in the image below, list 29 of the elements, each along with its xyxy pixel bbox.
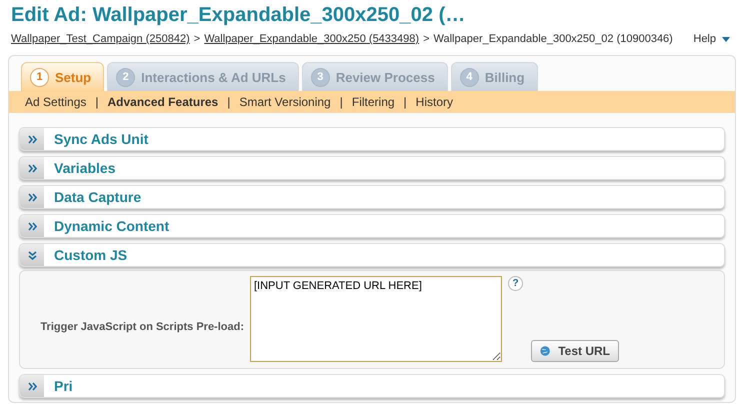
subnav-link[interactable]: Ad Settings bbox=[25, 95, 86, 109]
section-header[interactable]: Sync Ads Unit bbox=[19, 127, 725, 151]
field-label: Trigger JavaScript on Scripts Pre-load: bbox=[39, 320, 245, 333]
section-header[interactable]: Dynamic Content bbox=[19, 214, 725, 238]
subnav-link[interactable]: History bbox=[416, 95, 454, 109]
current-page-label: Wallpaper_Expandable_300x250_02 (10900346) bbox=[434, 33, 673, 45]
section-header[interactable]: Variables bbox=[19, 156, 725, 180]
script-url-field[interactable]: [INPUT GENERATED URL HERE] bbox=[250, 276, 502, 362]
section-header[interactable]: Pri bbox=[19, 374, 725, 398]
breadcrumb-link[interactable]: Wallpaper_Test_Campaign (250842) bbox=[11, 33, 190, 45]
subnav-link[interactable]: Filtering bbox=[352, 95, 395, 109]
section-header[interactable]: Data Capture bbox=[19, 185, 725, 209]
page-title: Edit Ad: Wallpaper_Expandable_300x250_02 (… bbox=[10, 3, 466, 27]
help-icon[interactable]: ? bbox=[508, 276, 523, 291]
breadcrumb-link[interactable]: Wallpaper_Expandable_300x250 (5433498) bbox=[204, 33, 420, 45]
help-menu[interactable]: Help bbox=[693, 33, 730, 45]
breadcrumb-separator: > bbox=[423, 33, 430, 45]
subnav-link[interactable]: Advanced Features bbox=[108, 95, 218, 109]
subnav-separator: | bbox=[227, 95, 230, 109]
caret-icon bbox=[722, 36, 730, 42]
subnav-link[interactable]: Smart Versioning bbox=[239, 95, 331, 109]
test-url-button[interactable]: Test URL bbox=[531, 340, 619, 362]
section-header[interactable]: Custom JS bbox=[19, 243, 725, 267]
breadcrumb-separator: > bbox=[194, 33, 200, 45]
subnav-separator: | bbox=[340, 95, 343, 109]
step-tab[interactable]: 1 Setup bbox=[21, 62, 104, 91]
subnav-separator: | bbox=[95, 95, 98, 109]
globe-icon bbox=[540, 344, 550, 358]
subnav-separator: | bbox=[404, 95, 407, 109]
